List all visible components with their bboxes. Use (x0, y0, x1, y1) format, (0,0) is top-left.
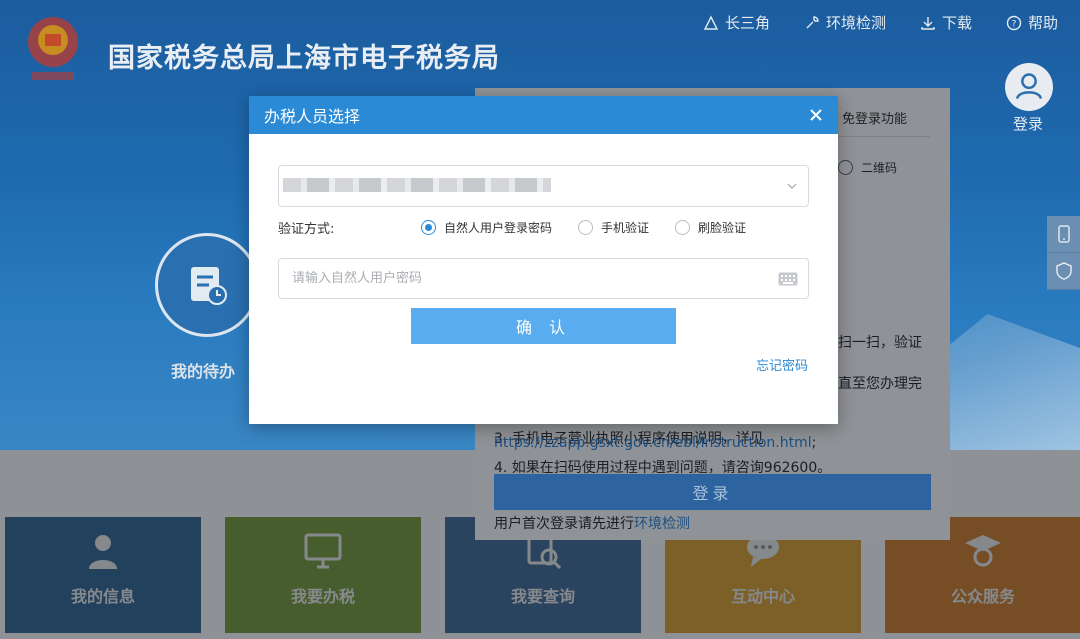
tile-label: 公众服务 (950, 587, 1015, 606)
wrench-icon (806, 15, 819, 28)
shield-icon (1055, 262, 1072, 280)
password-input[interactable] (292, 271, 778, 286)
env-check-link[interactable]: 环境检测 (634, 516, 690, 532)
modal-title: 办税人员选择 (264, 107, 361, 126)
chevron-down-icon (787, 183, 797, 189)
monitor-icon (304, 533, 342, 569)
radio-face[interactable]: 刷脸验证 (675, 219, 746, 236)
password-field-wrapper (278, 258, 809, 299)
svg-text:?: ? (1012, 19, 1017, 29)
nav-item-download[interactable]: 下载 (920, 12, 972, 33)
radio-label: 刷脸验证 (698, 221, 747, 235)
graduate-icon (965, 535, 1001, 567)
verify-method-radios: 自然人用户登录密码 手机验证 刷脸验证 (421, 219, 746, 236)
tile-label: 我要办税 (290, 587, 355, 606)
close-icon[interactable] (808, 107, 824, 123)
modal-header: 办税人员选择 (249, 96, 838, 134)
top-nav: 长三角 环境检测 下载 ? 帮助 (703, 12, 1058, 33)
user-icon (1016, 73, 1042, 100)
login-button[interactable]: 登录 (494, 474, 931, 510)
radio-password[interactable]: 自然人用户登录密码 (421, 219, 552, 236)
mobile-icon (1057, 225, 1070, 243)
tax-personnel-modal: 办税人员选择 验证方式: 自然人用户登录密码 手机验证 刷脸验证 确 认 忘记密… (249, 96, 838, 424)
todo-label: 我的待办 (171, 362, 236, 381)
instruction-line-3-suffix: ; (811, 435, 817, 451)
tile-my-info[interactable]: 我的信息 (5, 517, 201, 633)
personnel-select[interactable] (278, 165, 809, 207)
tile-label: 我的信息 (70, 587, 135, 606)
radio-label: 自然人用户登录密码 (444, 221, 553, 235)
tile-label: 互动中心 (730, 587, 795, 606)
tile-label: 我要查询 (510, 587, 575, 606)
side-toolbar (1047, 216, 1080, 290)
radio-circle (675, 220, 691, 235)
qrcode-radio-label: 二维码 (861, 161, 898, 175)
side-tool-mobile[interactable] (1047, 216, 1080, 253)
nav-label: 下载 (941, 14, 972, 32)
side-tool-tax[interactable] (1047, 253, 1080, 290)
avatar[interactable] (1005, 63, 1053, 111)
triangle-icon (703, 14, 719, 30)
download-icon (921, 16, 935, 30)
first-login-hint: 用户首次登录请先进行环境检测 (494, 513, 690, 533)
tile-tax-handling[interactable]: 我要办税 (225, 517, 421, 633)
help-icon: ? (1006, 15, 1022, 30)
nav-label: 帮助 (1027, 14, 1058, 32)
radio-circle-selected (421, 220, 436, 235)
tax-emblem-logo (22, 12, 84, 82)
radio-circle (578, 220, 594, 235)
radio-label: 手机验证 (601, 221, 650, 235)
radio-circle (838, 160, 853, 175)
verify-method-label: 验证方式: (278, 222, 335, 237)
instruction-line-2: 直至您办理完 (838, 376, 922, 392)
blurred-selected-value (283, 178, 551, 192)
confirm-button[interactable]: 确 认 (411, 308, 676, 344)
instruction-line-3-linkrow: https://zzapp.gsxt.gov.cn/ebl/instructio… (494, 435, 816, 451)
nav-label: 环境检测 (825, 14, 886, 32)
qrcode-radio[interactable]: 二维码 (838, 159, 897, 176)
todo-list-icon (191, 267, 227, 305)
tab-no-login[interactable]: 免登录功能 (842, 108, 907, 127)
nav-item-yangtze-delta[interactable]: 长三角 (703, 12, 770, 33)
person-icon (89, 535, 117, 569)
login-link[interactable]: 登录 (1013, 113, 1043, 134)
instruction-url-link[interactable]: https://zzapp.gsxt.gov.cn/ebl/instructio… (494, 435, 812, 451)
radio-phone[interactable]: 手机验证 (578, 219, 649, 236)
instruction-line-1: 扫一扫，验证 (838, 335, 922, 351)
forgot-password-link[interactable]: 忘记密码 (756, 355, 808, 374)
hint-text: 用户首次登录请先进行 (494, 516, 634, 532)
nav-item-help[interactable]: ? 帮助 (1006, 12, 1058, 33)
nav-item-env-check[interactable]: 环境检测 (804, 12, 886, 33)
keyboard-icon[interactable] (778, 272, 798, 286)
site-title: 国家税务总局上海市电子税务局 (108, 43, 500, 74)
nav-label: 长三角 (724, 14, 770, 32)
tab-divider (838, 136, 930, 137)
todo-button[interactable] (155, 233, 259, 337)
